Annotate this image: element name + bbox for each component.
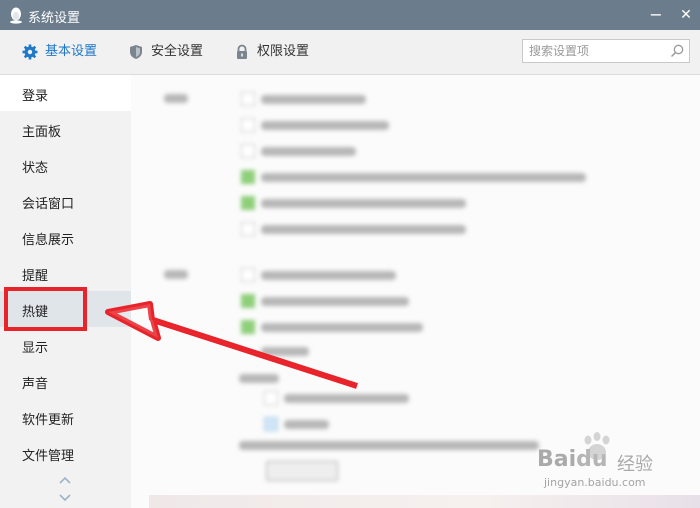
section-label [164,94,188,103]
sidebar-item-label: 软件更新 [22,413,75,428]
sidebar-item-sound[interactable]: 声音 [0,363,131,399]
option-text [261,225,466,234]
tab-label: 基本设置 [45,44,98,59]
checkbox [241,268,255,282]
checkbox [241,92,255,106]
checkbox [241,320,255,334]
sidebar-item-display[interactable]: 显示 [0,327,131,363]
sidebar-item-label: 信息展示 [22,233,75,248]
sidebar-item-label: 文件管理 [22,449,75,464]
sidebar-item-label: 主面板 [22,125,62,140]
sidebar-item-label: 提醒 [22,269,49,284]
window-title: 系统设置 [28,11,81,26]
section-label [164,270,188,279]
checkbox [264,391,278,405]
settings-toolbar: 基本设置 安全设置 权限设置 [0,30,700,75]
option-text [284,394,409,403]
sidebar-item-info-display[interactable]: 信息展示 [0,219,131,255]
search-box [522,39,690,63]
sidebar-item-reminder[interactable]: 提醒 [0,255,131,291]
option-text [261,347,309,356]
sidebar-item-file-management[interactable]: 文件管理 [0,435,131,471]
option-text [239,374,279,383]
sidebar-item-software-update[interactable]: 软件更新 [0,399,131,435]
close-button[interactable]: ✕ [674,3,698,27]
search-icon[interactable] [669,43,685,59]
checkbox [241,196,255,210]
tab-basic-settings[interactable]: 基本设置 [22,42,112,62]
sidebar-item-label: 状态 [22,161,49,176]
sidebar-item-main-panel[interactable]: 主面板 [0,111,131,147]
option-text [261,297,409,306]
option-text [261,121,389,130]
baidu-paw-icon [584,432,610,460]
annotation-highlight-box [4,287,87,331]
gear-icon [22,44,38,60]
settings-button [266,461,338,481]
option-text [261,271,396,280]
minimize-button[interactable]: − [644,3,668,27]
shield-icon [130,45,142,59]
blurred-settings-panel [131,75,700,508]
checkbox [241,118,255,132]
option-text [261,95,366,104]
option-text [261,147,356,156]
scroll-up-icon[interactable] [58,475,72,485]
search-input[interactable] [529,43,659,59]
title-bar: 系统设置 − ✕ [0,0,700,30]
option-text [261,323,423,332]
watermark-url: jingyan.baidu.com [544,476,646,489]
tab-label: 权限设置 [257,44,310,59]
option-text [261,199,466,208]
sidebar-item-status[interactable]: 状态 [0,147,131,183]
sidebar-item-chat-window[interactable]: 会话窗口 [0,183,131,219]
option-text [261,173,586,182]
watermark-logo-text: Bai [537,447,577,472]
scroll-down-icon[interactable] [58,493,72,503]
sidebar-item-label: 登录 [22,89,49,104]
tab-security-settings[interactable]: 安全设置 [128,42,218,62]
option-text [284,420,329,429]
option-text [239,441,539,450]
checkbox [241,144,255,158]
qq-penguin-icon [10,7,22,24]
tab-label: 安全设置 [151,44,204,59]
sidebar-item-label: 会话窗口 [22,197,75,212]
watermark-label: 经验 [617,454,653,475]
sidebar-item-label: 显示 [22,341,49,356]
lock-icon [237,44,247,59]
checkbox [241,222,255,236]
checkbox [241,170,255,184]
checkbox [241,294,255,308]
sidebar-item-label: 声音 [22,377,49,392]
bottom-strip [149,495,700,508]
settings-content [131,75,700,508]
sidebar-item-login[interactable]: 登录 [0,75,131,111]
checkbox [264,417,278,431]
tab-permission-settings[interactable]: 权限设置 [234,42,324,62]
